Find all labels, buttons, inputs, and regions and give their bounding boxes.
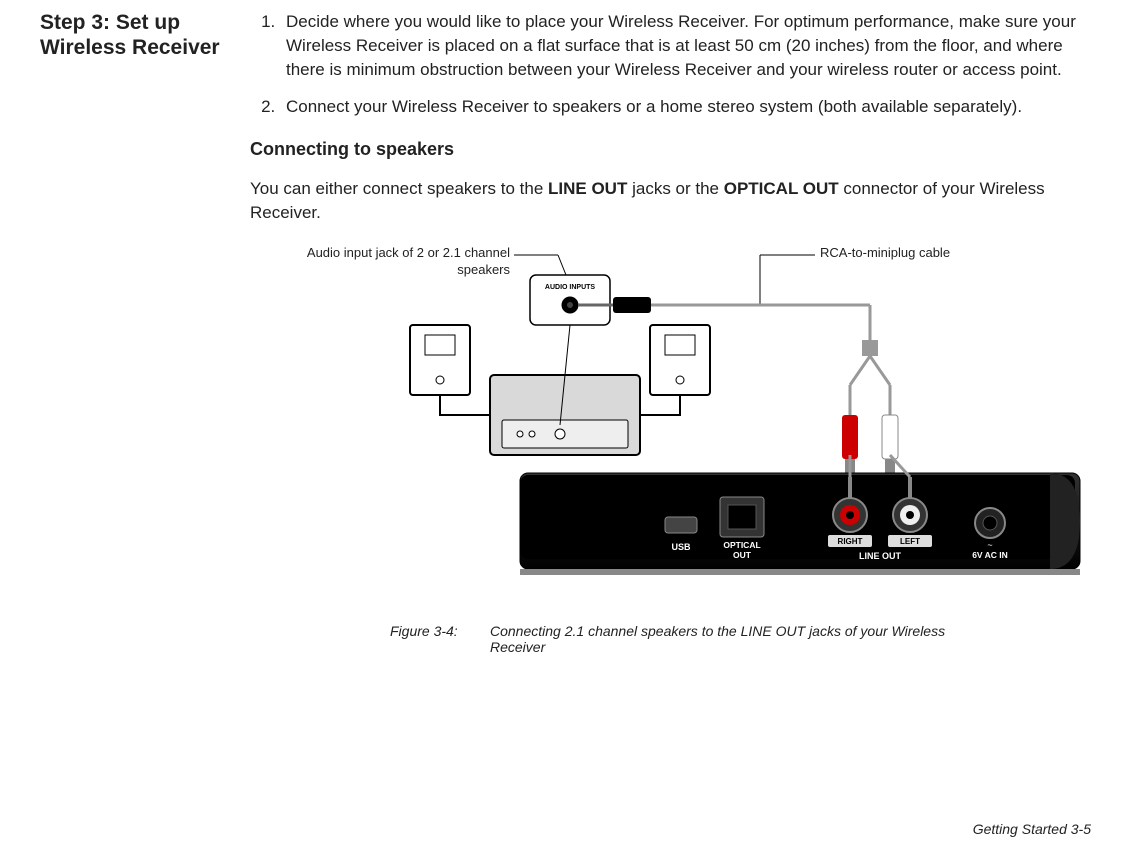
optical-out-term: OPTICAL OUT — [724, 179, 839, 198]
label-optical-out-2: OUT — [733, 550, 752, 560]
instruction-item: Connect your Wireless Receiver to speake… — [280, 95, 1090, 119]
label-tilde: ~ — [987, 540, 992, 550]
label-right: RIGHT — [838, 537, 863, 546]
figure-caption-text: Connecting 2.1 channel speakers to the L… — [490, 623, 990, 655]
page-footer: Getting Started 3-5 — [973, 821, 1091, 837]
instruction-list: Decide where you would like to place you… — [250, 10, 1090, 119]
figure-caption: Figure 3-4: Connecting 2.1 channel speak… — [390, 623, 990, 655]
section-paragraph: You can either connect speakers to the L… — [250, 177, 1090, 225]
label-audio-inputs: AUDIO INPUTS — [545, 284, 596, 291]
label-usb: USB — [671, 542, 691, 552]
label-line-out: LINE OUT — [859, 551, 902, 561]
figure-number: Figure 3-4: — [390, 623, 490, 655]
label-power: 6V AC IN — [972, 550, 1008, 560]
instruction-item: Decide where you would like to place you… — [280, 10, 1090, 81]
para-text: jacks or the — [627, 179, 723, 198]
diagram-svg: AUDIO INPUTS — [270, 245, 1090, 615]
section-heading: Connecting to speakers — [250, 139, 1090, 160]
label-left: LEFT — [900, 537, 920, 546]
callout-rca-cable: RCA-to-miniplug cable — [820, 245, 950, 260]
label-optical-out-1: OPTICAL — [723, 540, 760, 550]
line-out-term: LINE OUT — [548, 179, 627, 198]
callout-audio-input: Audio input jack of 2 or 2.1 channel spe… — [290, 245, 510, 279]
para-text: You can either connect speakers to the — [250, 179, 548, 198]
figure: Audio input jack of 2 or 2.1 channel spe… — [270, 245, 1090, 645]
step-heading: Step 3: Set up Wireless Receiver — [40, 10, 230, 60]
